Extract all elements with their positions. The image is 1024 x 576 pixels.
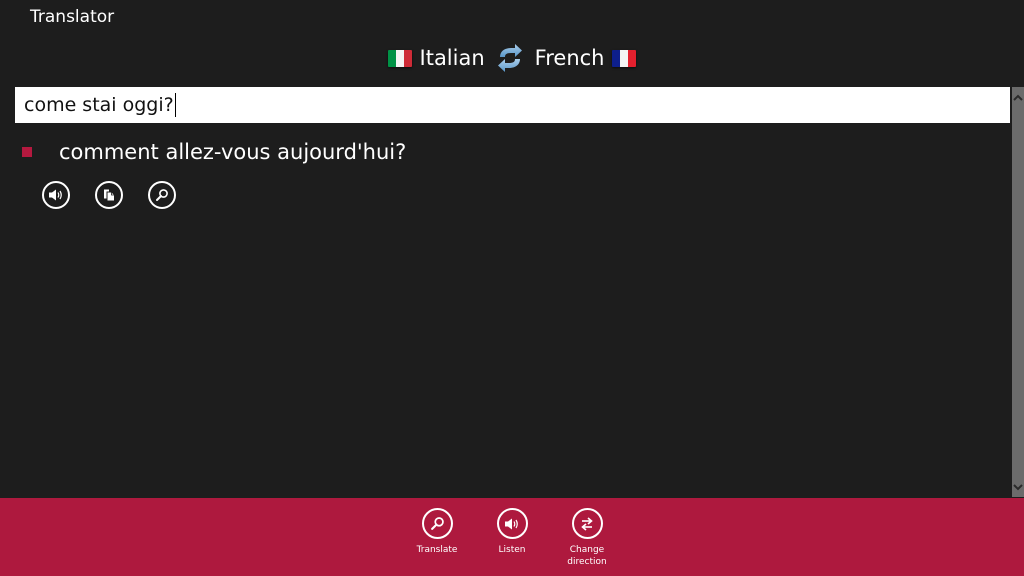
swap-direction-icon — [581, 516, 593, 531]
translation-text: comment allez-vous aujourd'hui? — [59, 140, 407, 164]
listen-button[interactable]: Listen — [475, 508, 550, 568]
speaker-icon — [505, 518, 518, 529]
copy-icon — [104, 189, 114, 201]
source-language-label[interactable]: Italian — [420, 46, 485, 70]
translate-label: Translate — [416, 545, 458, 555]
change-direction-label: Change direction — [567, 545, 607, 567]
france-flag-icon[interactable] — [612, 49, 637, 67]
target-language-label[interactable]: French — [535, 46, 605, 70]
search-icon — [156, 189, 168, 201]
translator-app: Translator Italian French come stai oggi… — [0, 0, 1024, 576]
result-bullet — [22, 147, 32, 157]
chevron-up-icon[interactable] — [1012, 89, 1024, 105]
search-icon — [430, 517, 444, 530]
language-selector: Italian French — [0, 40, 1024, 76]
bottom-app-bar: Translate Listen Change direction — [0, 498, 1024, 576]
chevron-down-icon[interactable] — [1012, 479, 1024, 495]
app-title: Translator — [30, 7, 115, 27]
translate-button-circle[interactable] — [421, 508, 453, 539]
swap-arrows-icon[interactable] — [495, 43, 525, 73]
speaker-icon — [49, 189, 62, 201]
change-direction-button-circle[interactable] — [571, 508, 603, 539]
input-value[interactable]: come stai oggi? — [24, 94, 174, 116]
text-to-translate-input[interactable]: come stai oggi? — [15, 87, 1010, 123]
text-caret — [174, 93, 176, 117]
change-direction-button[interactable]: Change direction — [550, 508, 625, 568]
translation-result: comment allez-vous aujourd'hui? — [22, 140, 406, 164]
translate-button[interactable]: Translate — [400, 508, 475, 568]
search-result-button[interactable] — [148, 181, 176, 209]
result-actions — [42, 181, 176, 209]
copy-result-button[interactable] — [95, 181, 123, 209]
listen-label: Listen — [498, 545, 526, 555]
listen-result-button[interactable] — [42, 181, 70, 209]
listen-button-circle[interactable] — [496, 508, 528, 539]
vertical-scrollbar[interactable] — [1012, 87, 1024, 497]
italy-flag-icon[interactable] — [387, 49, 412, 67]
